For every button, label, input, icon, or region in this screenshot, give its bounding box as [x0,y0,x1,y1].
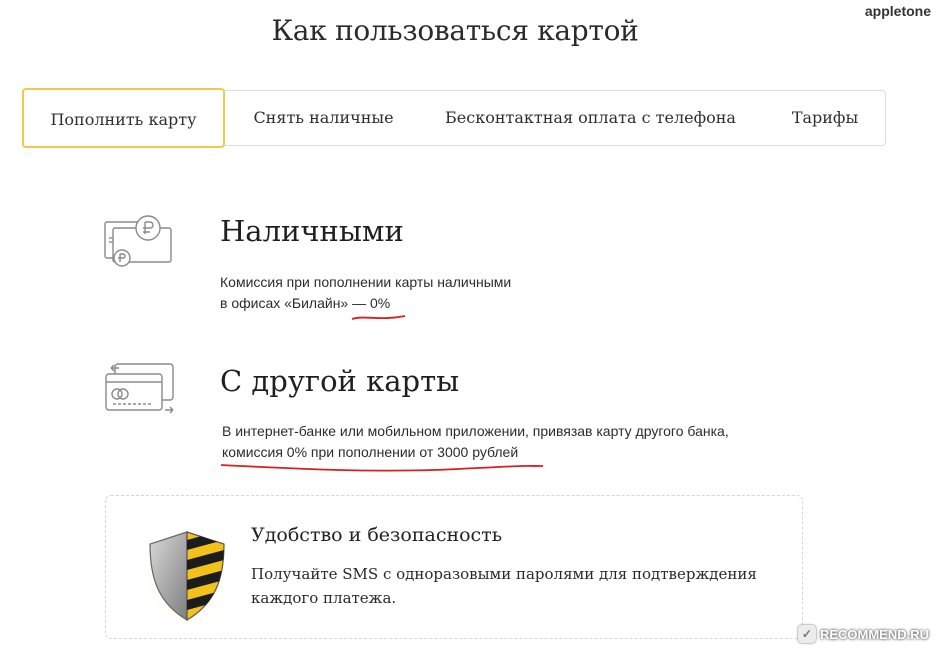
cash-rouble-icon [104,215,172,267]
security-promo-card: Удобство и безопасность Получайте SMS с … [105,495,803,639]
promo-text: Получайте SMS с одноразовыми паролями дл… [251,565,757,607]
card-transfer-icon [105,363,174,414]
tab-withdraw-cash[interactable]: Снять наличные [236,91,411,145]
method-card-title: С другой карты [220,364,460,398]
method-card-line1: В интернет-банке или мобильном приложени… [222,423,729,439]
tab-bar: Пополнить карту Снять наличные Бесконтак… [22,88,886,148]
method-cash-description: Комиссия при пополнении карты наличными … [220,272,511,314]
promo-title: Удобство и безопасность [251,524,503,546]
method-cash-line1: Комиссия при пополнении карты наличными [220,274,512,290]
page-title: Как пользоваться картой [271,14,639,47]
tab-contactless-payment[interactable]: Бесконтактная оплата с телефона [443,91,738,145]
method-card-description: В интернет-банке или мобильном приложени… [222,421,729,463]
watermark-text: RECOMMEND.RU [819,626,929,642]
watermark: ✓ RECOMMEND.RU [797,625,929,643]
shield-icon [144,531,230,624]
recommend-logo-icon: ✓ [797,625,816,643]
red-annotation-underline [220,464,544,472]
method-cash-line2: в офисах «Билайн» — 0% [220,295,391,311]
method-cash-title: Наличными [220,214,404,248]
tab-top-up[interactable]: Пополнить карту [22,88,225,148]
tab-tariffs[interactable]: Тарифы [775,91,875,145]
red-annotation-underline [351,315,406,320]
